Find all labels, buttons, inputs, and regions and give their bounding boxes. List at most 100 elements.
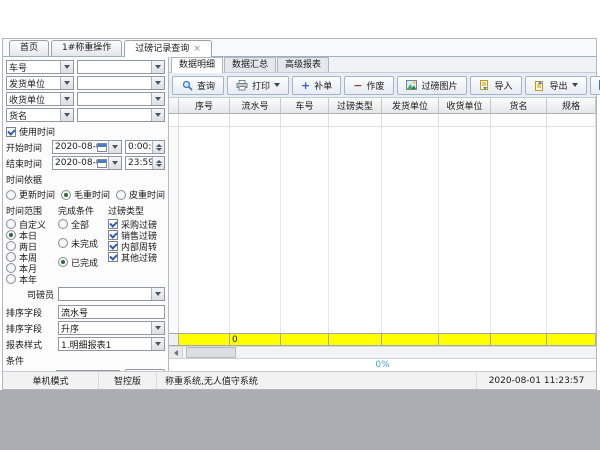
- weighing-app-window: 首页 1#称重操作 过磅记录查询 × 车号 发货单位: [2, 38, 597, 390]
- radio-tare-time[interactable]: 皮重时间: [116, 188, 165, 201]
- col-header-receiver[interactable]: 收货单位: [439, 98, 491, 114]
- end-time-spinner[interactable]: 23:59:59: [125, 156, 165, 170]
- start-time-row: 开始时间 2020-08-01 0:00:00: [6, 140, 165, 154]
- tab-record-query[interactable]: 过磅记录查询 ×: [124, 40, 212, 57]
- col-header-goods[interactable]: 货名: [491, 98, 547, 114]
- progress-value: 0%: [375, 360, 389, 370]
- chevron-down-icon: [151, 322, 164, 334]
- radio-gross-time[interactable]: 毛重时间: [61, 188, 110, 201]
- radio-this-month[interactable]: 本月: [6, 263, 58, 273]
- chevron-down-icon: [151, 109, 164, 121]
- start-date-picker[interactable]: 2020-08-01: [52, 140, 122, 154]
- radio-this-year[interactable]: 本年: [6, 274, 58, 284]
- grid-body[interactable]: [169, 127, 596, 333]
- row-selector-header: [169, 98, 179, 114]
- query-button[interactable]: 查询: [172, 76, 224, 95]
- close-icon[interactable]: ×: [193, 45, 201, 54]
- col-header-weigh-type[interactable]: 过磅类型: [329, 98, 382, 114]
- sort-order-combo[interactable]: 升序: [58, 321, 165, 335]
- chevron-down-icon: [151, 93, 164, 105]
- vehicle-value-combo[interactable]: [77, 60, 165, 74]
- status-mode: 单机模式: [3, 372, 99, 389]
- chevron-down-icon: [108, 157, 121, 169]
- checkbox-purchase[interactable]: 采购过磅: [108, 219, 165, 229]
- spinner-icon[interactable]: [152, 157, 164, 169]
- radio-today[interactable]: 本日: [6, 230, 58, 240]
- chevron-down-icon: [151, 288, 164, 300]
- vehicle-field-combo[interactable]: 车号: [6, 60, 74, 74]
- radio-update-time[interactable]: 更新时间: [6, 188, 55, 201]
- receiver-field-combo[interactable]: 收货单位: [6, 92, 74, 106]
- sort-field-input[interactable]: [58, 305, 165, 319]
- tab-data-detail[interactable]: 数据明细: [171, 57, 223, 73]
- chevron-down-icon: [60, 61, 73, 73]
- radio-selected-icon: [58, 257, 68, 267]
- checkbox-sales[interactable]: 销售过磅: [108, 230, 165, 240]
- void-button[interactable]: − 作废: [344, 76, 393, 95]
- sort-field-row: 排序字段: [6, 305, 165, 319]
- radio-two-days[interactable]: 两日: [6, 241, 58, 251]
- chevron-down-icon: [274, 83, 280, 87]
- import-button[interactable]: 导入: [470, 76, 522, 95]
- spinner-icon[interactable]: [152, 141, 164, 153]
- export-button[interactable]: 导出: [525, 76, 587, 95]
- shipper-field-combo[interactable]: 发货单位: [6, 76, 74, 90]
- end-date-picker[interactable]: 2020-08-01: [52, 156, 122, 170]
- toolbar: 查询 打印 + 补单 − 作废 过磅图片: [169, 73, 596, 98]
- shipper-value-combo[interactable]: [77, 76, 165, 90]
- goods-value-combo[interactable]: [77, 108, 165, 122]
- chevron-down-icon: [151, 338, 164, 350]
- finish-condition-group: 完成条件 全部 未完成 已完成: [58, 204, 108, 285]
- chevron-down-icon: [60, 109, 73, 121]
- radio-finished[interactable]: 已完成: [58, 257, 108, 267]
- settings-button[interactable]: 设置: [590, 76, 600, 95]
- start-time-spinner[interactable]: 0:00:00: [125, 140, 165, 154]
- time-range-group: 时间范围 自定义 本日 两日 本周 本月 本年: [6, 204, 58, 285]
- status-edition: 智控版: [99, 372, 157, 389]
- import-icon: [479, 79, 491, 91]
- status-system-name: 称重系统,无人值守系统: [157, 372, 476, 389]
- print-button[interactable]: 打印: [227, 76, 289, 95]
- data-tab-bar: 数据明细 数据汇总 高级报表: [169, 57, 596, 73]
- horizontal-scrollbar[interactable]: [169, 346, 596, 358]
- filter-row-vehicle: 车号: [6, 60, 165, 74]
- col-header-seq[interactable]: 序号: [179, 98, 230, 114]
- use-time-checkbox[interactable]: 使用时间: [6, 125, 165, 138]
- empty-grid-row[interactable]: [169, 114, 596, 127]
- checkbox-internal[interactable]: 内部周转: [108, 241, 165, 251]
- filter-row-goods: 货名: [6, 108, 165, 122]
- supplement-order-button[interactable]: + 补单: [292, 76, 341, 95]
- radio-unfinished[interactable]: 未完成: [58, 238, 108, 248]
- report-style-combo[interactable]: 1.明细报表1: [58, 337, 165, 351]
- summary-count: 0: [230, 333, 281, 346]
- radio-icon: [116, 190, 126, 200]
- weigher-combo[interactable]: [58, 287, 165, 301]
- radio-this-week[interactable]: 本周: [6, 252, 58, 262]
- radio-selected-icon: [61, 190, 71, 200]
- status-datetime: 2020-08-01 11:23:57: [476, 372, 596, 389]
- radio-icon: [6, 190, 16, 200]
- col-header-vehicle[interactable]: 车号: [281, 98, 329, 114]
- summary-row: 0: [169, 333, 596, 346]
- weigh-type-group: 过磅类型 采购过磅 销售过磅 内部周转 其他过磅: [108, 204, 165, 285]
- col-header-spec[interactable]: 规格: [547, 98, 596, 114]
- radio-custom-range[interactable]: 自定义: [6, 219, 58, 229]
- weigh-photo-button[interactable]: 过磅图片: [397, 76, 467, 95]
- col-header-serial[interactable]: 流水号: [230, 98, 281, 114]
- checkbox-checked-icon: [108, 219, 118, 229]
- tab-advanced-report[interactable]: 高级报表: [277, 57, 329, 72]
- chevron-down-icon: [151, 61, 164, 73]
- tab-data-summary[interactable]: 数据汇总: [224, 57, 276, 72]
- tab-home[interactable]: 首页: [9, 40, 49, 56]
- chevron-down-icon: [572, 83, 578, 87]
- tab-weighing-operation[interactable]: 1#称重操作: [51, 40, 122, 56]
- scroll-left-icon[interactable]: [169, 347, 183, 358]
- radio-selected-icon: [6, 230, 16, 240]
- plus-icon: +: [301, 80, 310, 91]
- col-header-shipper[interactable]: 发货单位: [382, 98, 439, 114]
- goods-field-combo[interactable]: 货名: [6, 108, 74, 122]
- scrollbar-thumb[interactable]: [186, 347, 236, 358]
- radio-all[interactable]: 全部: [58, 219, 108, 229]
- checkbox-other[interactable]: 其他过磅: [108, 252, 165, 262]
- receiver-value-combo[interactable]: [77, 92, 165, 106]
